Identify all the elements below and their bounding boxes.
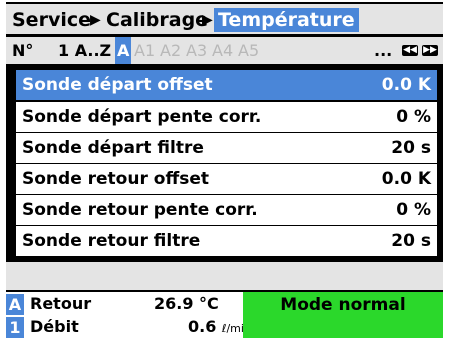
index-item-a4[interactable]: A4 bbox=[212, 37, 233, 64]
index-range[interactable]: 1 A..Z bbox=[58, 37, 111, 64]
list-item-label: Sonde départ filtre bbox=[22, 138, 204, 158]
index-item-a5[interactable]: A5 bbox=[238, 37, 259, 64]
list-item-value: 0 % bbox=[396, 107, 431, 127]
spacer-band bbox=[6, 262, 443, 290]
list-item-value: 0 % bbox=[396, 200, 431, 220]
breadcrumb-calibrage[interactable]: Calibrage bbox=[106, 8, 208, 32]
channel-1-badge: 1 bbox=[6, 317, 24, 338]
parameter-list: Sonde départ offset 0.0 K Sonde départ p… bbox=[6, 67, 443, 259]
breadcrumb-service[interactable]: Service bbox=[12, 8, 91, 32]
breadcrumb: Service ▶ Calibrage ▶ Température bbox=[6, 4, 443, 34]
list-item-label: Sonde retour filtre bbox=[22, 231, 201, 251]
index-item-a[interactable]: A bbox=[115, 37, 132, 64]
skip-prev-icon[interactable]: ◀◀ bbox=[402, 45, 418, 56]
breadcrumb-separator-icon: ▶ bbox=[202, 12, 213, 28]
list-item-label: Sonde départ offset bbox=[22, 75, 213, 95]
index-ellipsis: ... bbox=[374, 41, 393, 60]
channel-a-badge: A bbox=[6, 294, 24, 315]
list-item-sonde-depart-pente[interactable]: Sonde départ pente corr. 0 % bbox=[16, 102, 437, 132]
mode-indicator: Mode normal bbox=[243, 292, 443, 338]
status-panel: A 1 Retour 26.9 °C Débit 0.6 ℓ/min Mode … bbox=[6, 292, 443, 338]
mode-label: Mode normal bbox=[280, 295, 406, 315]
list-item-label: Sonde retour pente corr. bbox=[22, 200, 258, 220]
list-item-sonde-retour-offset[interactable]: Sonde retour offset 0.0 K bbox=[16, 164, 437, 194]
debit-label: Débit bbox=[30, 317, 79, 336]
skip-next-icon[interactable]: ▶▶ bbox=[422, 45, 438, 56]
index-item-a1[interactable]: A1 bbox=[134, 37, 155, 64]
index-item-a2[interactable]: A2 bbox=[160, 37, 181, 64]
list-item-value: 20 s bbox=[391, 231, 431, 251]
list-item-sonde-retour-filtre[interactable]: Sonde retour filtre 20 s bbox=[16, 226, 437, 256]
retour-value: 26.9 °C bbox=[154, 294, 219, 313]
list-item-value: 20 s bbox=[391, 138, 431, 158]
list-item-sonde-retour-pente[interactable]: Sonde retour pente corr. 0 % bbox=[16, 195, 437, 225]
list-item-sonde-depart-offset[interactable]: Sonde départ offset 0.0 K bbox=[16, 70, 437, 100]
list-item-value: 0.0 K bbox=[381, 75, 431, 95]
breadcrumb-temperature[interactable]: Température bbox=[214, 8, 359, 32]
breadcrumb-separator-icon: ▶ bbox=[90, 12, 101, 28]
list-item-label: Sonde départ pente corr. bbox=[22, 107, 262, 127]
list-item-label: Sonde retour offset bbox=[22, 169, 209, 189]
index-bar: N° 1 A..Z A A1 A2 A3 A4 A5 ... ◀◀ ▶▶ bbox=[6, 37, 443, 64]
retour-label: Retour bbox=[30, 294, 92, 313]
debit-value: 0.6 ℓ/min bbox=[188, 316, 251, 338]
list-item-value: 0.0 K bbox=[381, 169, 431, 189]
debit-number: 0.6 bbox=[188, 317, 217, 336]
index-label: N° bbox=[12, 41, 34, 60]
index-item-a3[interactable]: A3 bbox=[186, 37, 207, 64]
list-item-sonde-depart-filtre[interactable]: Sonde départ filtre 20 s bbox=[16, 133, 437, 163]
